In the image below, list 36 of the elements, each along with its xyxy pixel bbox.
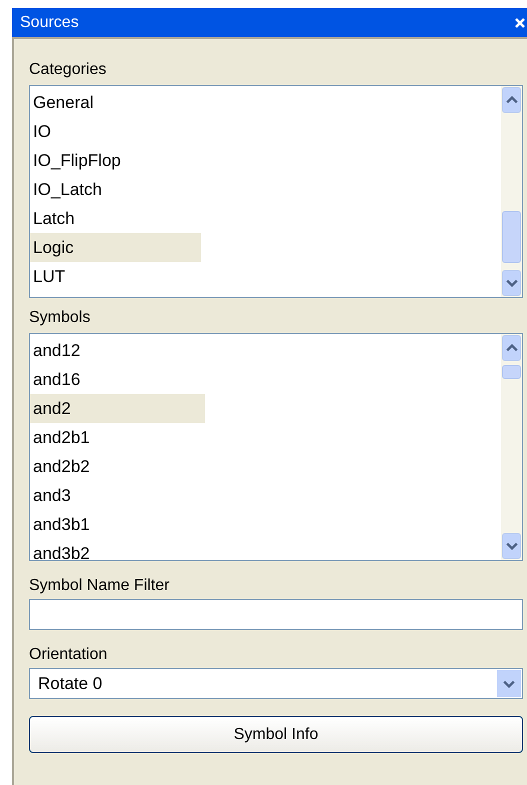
scroll-thumb[interactable]: [502, 211, 521, 263]
scroll-down-button[interactable]: [502, 270, 521, 296]
chevron-up-icon: [506, 344, 518, 352]
scroll-up-button[interactable]: [502, 87, 521, 113]
chevron-down-icon: [506, 542, 518, 550]
list-item[interactable]: and12: [30, 336, 205, 365]
scroll-down-button[interactable]: [502, 533, 521, 559]
chevron-up-icon: [506, 96, 518, 104]
list-item[interactable]: General: [30, 88, 201, 117]
list-item[interactable]: IO: [30, 117, 201, 146]
scrollbar[interactable]: [501, 86, 522, 297]
chevron-down-icon: [506, 279, 518, 287]
symbol-info-button[interactable]: Symbol Info: [29, 716, 523, 753]
section-label: Symbols: [29, 308, 92, 328]
list-item[interactable]: Latch: [30, 204, 201, 233]
scrollbar[interactable]: [501, 334, 522, 560]
list-item[interactable]: and3b1: [30, 510, 205, 539]
input-field[interactable]: [29, 599, 523, 630]
field-label: Symbol Name Filter: [29, 576, 170, 596]
list-item[interactable]: and3b2: [30, 539, 205, 560]
close-button[interactable]: [515, 16, 525, 28]
scroll-up-button[interactable]: [502, 335, 521, 361]
field-label: Orientation: [29, 645, 108, 665]
scroll-thumb[interactable]: [502, 365, 521, 379]
list-item[interactable]: and16: [30, 365, 205, 394]
list-item[interactable]: and3: [30, 481, 205, 510]
section-label: Categories: [29, 60, 108, 80]
list-item[interactable]: and2b1: [30, 423, 205, 452]
list-item[interactable]: Logic: [30, 233, 201, 262]
list-item[interactable]: IO_Latch: [30, 175, 201, 204]
dropdown[interactable]: Rotate 0: [29, 668, 523, 699]
window-title: Sources: [20, 14, 79, 32]
list-item[interactable]: and2b2: [30, 452, 205, 481]
list-item[interactable]: IO_FlipFlop: [30, 146, 201, 175]
list-item[interactable]: LUT: [30, 262, 201, 291]
list-item[interactable]: and2: [30, 394, 205, 423]
